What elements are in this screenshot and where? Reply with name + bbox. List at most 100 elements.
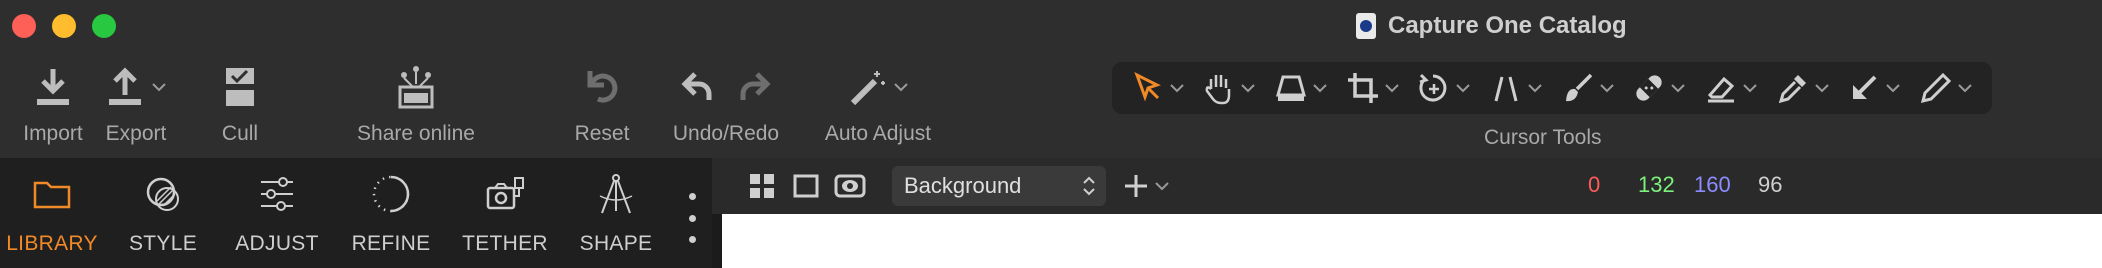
viewer-area: Background 0 132 160 96 [712,158,2102,268]
import-button[interactable]: Import [14,58,92,146]
brush-icon [1565,73,1593,102]
plus-icon [1125,175,1147,197]
close-window-button[interactable] [12,14,36,38]
camera-tether-icon [484,158,526,230]
window-title: Capture One Catalog [1356,10,1627,42]
cull-icon [222,58,258,116]
cull-button[interactable]: Cull [204,58,276,146]
window-title-text: Capture One Catalog [1388,12,1627,39]
more-tabs-button[interactable] [682,193,702,243]
minimize-window-button[interactable] [52,14,76,38]
chevron-down-icon [1313,84,1327,93]
reset-button[interactable]: Reset [566,58,638,146]
arrow-cursor-icon [1134,71,1161,102]
export-button[interactable]: Export [86,58,186,146]
readout-red: 0 [1588,172,1601,197]
tool-tabs: LIBRARY STYLE ADJUST REFINE TETHER SHAPE [0,158,712,268]
title-toolbar: Capture One Catalog Import Export Cull S… [0,0,2102,158]
auto-adjust-button[interactable]: Auto Adjust [816,58,940,146]
proof-view-button[interactable] [832,168,868,204]
undo-redo-label: Undo/Redo [672,122,780,145]
import-icon [33,58,73,116]
tab-refine[interactable]: REFINE [338,158,444,268]
sliders-icon [257,158,297,230]
cursor-tools-bar [1112,62,1992,114]
cursor-tool-gradient[interactable] [1847,71,1901,105]
cursor-tool-loupe[interactable] [1274,71,1328,105]
share-online-icon [392,58,440,116]
tab-style-label: STYLE [128,232,198,255]
tab-adjust[interactable]: ADJUST [222,158,332,268]
eyedropper-icon [1778,75,1806,104]
single-frame-icon [793,174,819,198]
bandage-icon [1636,75,1663,101]
image-canvas[interactable] [722,214,2102,268]
style-icon [143,158,183,230]
redo-icon[interactable] [737,70,771,104]
share-online-button[interactable]: Share online [348,58,484,146]
readout-blue: 160 [1694,172,1731,197]
grid-view-button[interactable] [744,168,780,204]
readout-green: 132 [1638,172,1675,197]
grid-icon [750,174,774,198]
folder-icon [32,158,72,230]
shape-compass-icon [596,158,636,230]
crop-icon [1347,73,1378,103]
chevron-down-icon [1385,84,1399,93]
undo-redo-group: Undo/Redo [664,58,788,146]
import-label: Import [23,122,83,145]
more-dot-icon [688,236,696,243]
more-dot-icon [688,214,696,222]
tab-tether[interactable]: TETHER [450,158,560,268]
chevron-down-icon [152,83,166,92]
refine-circle-icon [369,158,413,230]
cursor-tool-keystone[interactable] [1489,71,1543,105]
cursor-tool-erase[interactable] [1704,71,1758,105]
cursor-tool-crop[interactable] [1346,71,1400,105]
chevron-down-icon [1958,84,1972,93]
readout-luminance: 96 [1758,172,1783,197]
layer-select[interactable]: Background [892,166,1106,206]
zoom-window-button[interactable] [92,14,116,38]
add-layer-button[interactable] [1122,168,1170,204]
pen-icon [1920,72,1952,104]
rotate-icon [1419,73,1447,102]
reset-label: Reset [574,122,630,145]
loupe-icon [1276,75,1307,101]
gradient-mask-icon [1853,75,1877,99]
chevron-down-icon [1743,84,1757,93]
hand-icon [1206,75,1231,105]
cursor-tools-label: Cursor Tools [1484,126,1602,149]
tab-shape-label: SHAPE [579,232,653,255]
chevron-down-icon [894,83,908,92]
auto-adjust-label: Auto Adjust [824,122,932,145]
reset-icon [582,58,622,116]
eye-icon [834,174,866,198]
layer-select-value: Background [904,173,1022,198]
tab-shape[interactable]: SHAPE [566,158,666,268]
single-view-button[interactable] [788,168,824,204]
export-label: Export [105,122,167,145]
cull-label: Cull [221,122,259,145]
up-down-chevron-icon [1083,176,1095,196]
chevron-down-icon [1528,84,1542,93]
tab-refine-label: REFINE [351,232,431,255]
tab-style[interactable]: STYLE [110,158,216,268]
chevron-down-icon [1600,84,1614,93]
undo-icon[interactable] [681,70,715,104]
more-dot-icon [688,193,696,200]
cursor-tool-brush[interactable] [1561,71,1615,105]
cursor-tool-annotate[interactable] [1919,71,1973,105]
cursor-tool-select[interactable] [1131,71,1185,105]
cursor-tool-picker[interactable] [1776,71,1830,105]
share-online-label: Share online [357,122,475,145]
chevron-down-icon [1671,84,1686,93]
cursor-tool-pan[interactable] [1202,71,1256,105]
catalog-document-icon [1356,13,1376,39]
cursor-tool-rotate[interactable] [1417,71,1471,105]
viewer-toolbar: Background 0 132 160 96 [712,158,2102,214]
tab-library[interactable]: LIBRARY [0,158,104,268]
cursor-tool-heal[interactable] [1632,71,1686,105]
chevron-down-icon [1241,84,1256,93]
tab-tether-label: TETHER [462,232,548,255]
